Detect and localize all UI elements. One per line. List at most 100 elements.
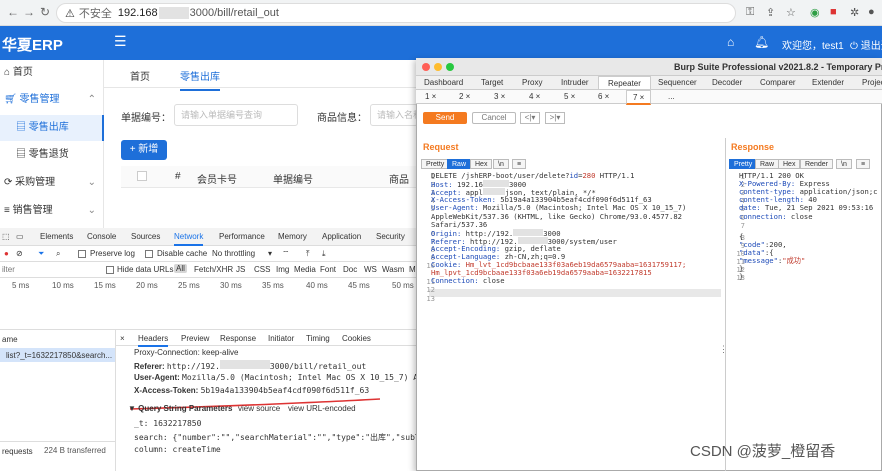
req-hex-button[interactable]: Hex — [470, 159, 493, 169]
repeater-tab-more[interactable]: ... — [668, 92, 675, 101]
address-bar[interactable]: ⚠ 不安全 192.168 3000/bill/retail_out — [56, 3, 736, 23]
filter-ws[interactable]: WS — [364, 265, 377, 274]
repeater-tab-1[interactable]: 1 × — [425, 92, 436, 101]
sidebar-item-retail-return[interactable]: ▤ 零售退货 — [0, 142, 104, 168]
close-window-icon[interactable] — [422, 63, 430, 71]
request-editor[interactable]: 1 DELETE /jshERP-boot/user/delete?id=280 … — [425, 171, 721, 303]
filter-media[interactable]: Media — [294, 265, 316, 274]
sidebar-item-sales[interactable]: ≡ 销售管理 ⌄ — [0, 198, 104, 224]
filter-input[interactable]: ilter — [2, 265, 15, 274]
device-icon[interactable]: ▭ — [16, 232, 24, 241]
tab-response[interactable]: Response — [220, 334, 256, 343]
sidebar-item-retail-mgmt[interactable]: 🛒︎ 零售管理 ⌃ — [0, 87, 104, 113]
maximize-window-icon[interactable] — [446, 63, 454, 71]
wifi-icon[interactable]: ⌔ — [282, 249, 290, 259]
tab-console[interactable]: Console — [87, 232, 116, 241]
pane-divider[interactable] — [725, 138, 726, 471]
tab-sources[interactable]: Sources — [131, 232, 160, 241]
more-vertical-icon[interactable]: ⋮ — [719, 344, 728, 355]
select-all-checkbox[interactable] — [137, 171, 147, 181]
hide-data-urls-checkbox[interactable] — [106, 266, 114, 274]
repeater-tab-7[interactable]: 7 × — [626, 90, 652, 105]
tab-application[interactable]: Application — [322, 232, 361, 241]
req-raw-button[interactable]: Raw — [447, 159, 472, 169]
filter-all[interactable]: All — [174, 264, 187, 273]
request-row-selected[interactable]: list?_t=1632217850&search... — [0, 348, 115, 362]
preserve-log-checkbox[interactable] — [78, 250, 86, 258]
filter-icon[interactable]: ⏷ — [38, 249, 44, 259]
filter-doc[interactable]: Doc — [343, 265, 357, 274]
tab-headers[interactable]: Headers — [138, 334, 169, 347]
star-icon[interactable]: ☆ — [786, 6, 796, 19]
resp-raw-button[interactable]: Raw — [755, 159, 780, 169]
share-icon[interactable]: ⇪ — [766, 6, 775, 19]
tab-preview[interactable]: Preview — [181, 334, 209, 343]
tab-proxy[interactable]: Proxy — [522, 78, 542, 87]
tab-timing[interactable]: Timing — [306, 334, 330, 343]
next-arrow-icon[interactable]: >|▾ — [545, 112, 565, 124]
sidebar-item-home[interactable]: ⌂ 首页 — [0, 60, 104, 86]
query-string-title[interactable]: ▼ Query String Parameters — [128, 404, 232, 413]
filter-css[interactable]: CSS — [254, 265, 270, 274]
tab-intruder[interactable]: Intruder — [561, 78, 589, 87]
filter-img[interactable]: Img — [276, 265, 289, 274]
repeater-tab-4[interactable]: 4 × — [529, 92, 540, 101]
inspect-icon[interactable]: ⬚ — [2, 232, 10, 241]
menu-toggle-icon[interactable]: ☰ — [114, 33, 127, 50]
filter-wasm[interactable]: Wasm — [382, 265, 404, 274]
req-pretty-button[interactable]: Pretty — [421, 159, 450, 169]
logout-link[interactable]: ⏻ 退出登 — [850, 37, 882, 52]
tab-dashboard[interactable]: Dashboard — [424, 78, 463, 87]
forward-icon[interactable]: → — [22, 5, 36, 19]
tab-retail-out[interactable]: 零售出库 — [180, 68, 220, 91]
repeater-tab-5[interactable]: 5 × — [564, 92, 575, 101]
clear-icon[interactable]: ⊘ — [16, 249, 23, 258]
tab-home[interactable]: 首页 — [130, 68, 150, 83]
tab-elements[interactable]: Elements — [40, 232, 73, 241]
disable-cache-checkbox[interactable] — [145, 250, 153, 258]
throttling-select[interactable]: No throttling — [212, 249, 255, 258]
filter-fetch[interactable]: Fetch/XHR — [194, 265, 233, 274]
tab-comparer[interactable]: Comparer — [760, 78, 796, 87]
tab-initiator[interactable]: Initiator — [268, 334, 294, 343]
profile-icon[interactable]: ● — [868, 6, 875, 18]
goods-input[interactable]: 请输入名称 — [370, 104, 418, 126]
cancel-button[interactable]: Cancel — [472, 112, 516, 124]
repeater-tab-3[interactable]: 3 × — [494, 92, 505, 101]
repeater-tab-6[interactable]: 6 × — [598, 92, 609, 101]
resp-menu-icon[interactable]: ≡ — [856, 159, 871, 169]
tab-security[interactable]: Security — [376, 232, 405, 241]
tab-repeater[interactable]: Repeater — [598, 76, 651, 89]
view-source-link[interactable]: view source — [238, 404, 280, 413]
filter-font[interactable]: Font — [320, 265, 336, 274]
record-icon[interactable]: ● — [4, 249, 9, 258]
tab-memory[interactable]: Memory — [278, 232, 307, 241]
key-icon[interactable]: ⚿ — [746, 6, 754, 19]
puzzle-icon[interactable]: ✲ — [850, 6, 859, 19]
close-icon[interactable]: × — [120, 334, 125, 343]
tab-extender[interactable]: Extender — [812, 78, 844, 87]
download-icon[interactable]: ⤓ — [322, 249, 326, 259]
prev-arrow-icon[interactable]: <|▾ — [520, 112, 540, 124]
sidebar-item-purchase[interactable]: ⟳ 采购管理 ⌄ — [0, 170, 104, 196]
back-icon[interactable]: ← — [6, 5, 20, 19]
extension-red-icon[interactable]: ■ — [830, 6, 837, 18]
add-button[interactable]: + 新增 — [121, 140, 167, 160]
sidebar-item-retail-out[interactable]: ▤ 零售出库 — [0, 115, 104, 141]
resp-pretty-button[interactable]: Pretty — [729, 159, 758, 169]
home-icon[interactable]: ⌂ — [727, 35, 734, 49]
response-editor[interactable]: 1 HTTP/1.1 200 OK 2 X-Powered-By: Express 3 c… — [735, 171, 882, 282]
send-button[interactable]: Send — [423, 112, 467, 124]
req-newline-button[interactable]: \n — [493, 159, 509, 169]
resp-hex-button[interactable]: Hex — [778, 159, 801, 169]
bell-icon[interactable]: 🔔︎ — [754, 35, 769, 49]
reload-icon[interactable]: ↻ — [38, 5, 52, 19]
tab-target[interactable]: Target — [481, 78, 503, 87]
extension-icon[interactable]: ◉ — [810, 6, 820, 19]
search-icon[interactable]: ⌕ — [56, 249, 60, 259]
upload-icon[interactable]: ⤒ — [306, 249, 310, 259]
filter-manifest[interactable]: M — [409, 265, 416, 274]
tab-project[interactable]: Projec — [862, 78, 882, 87]
req-menu-icon[interactable]: ≡ — [512, 159, 527, 169]
resp-render-button[interactable]: Render — [800, 159, 833, 169]
